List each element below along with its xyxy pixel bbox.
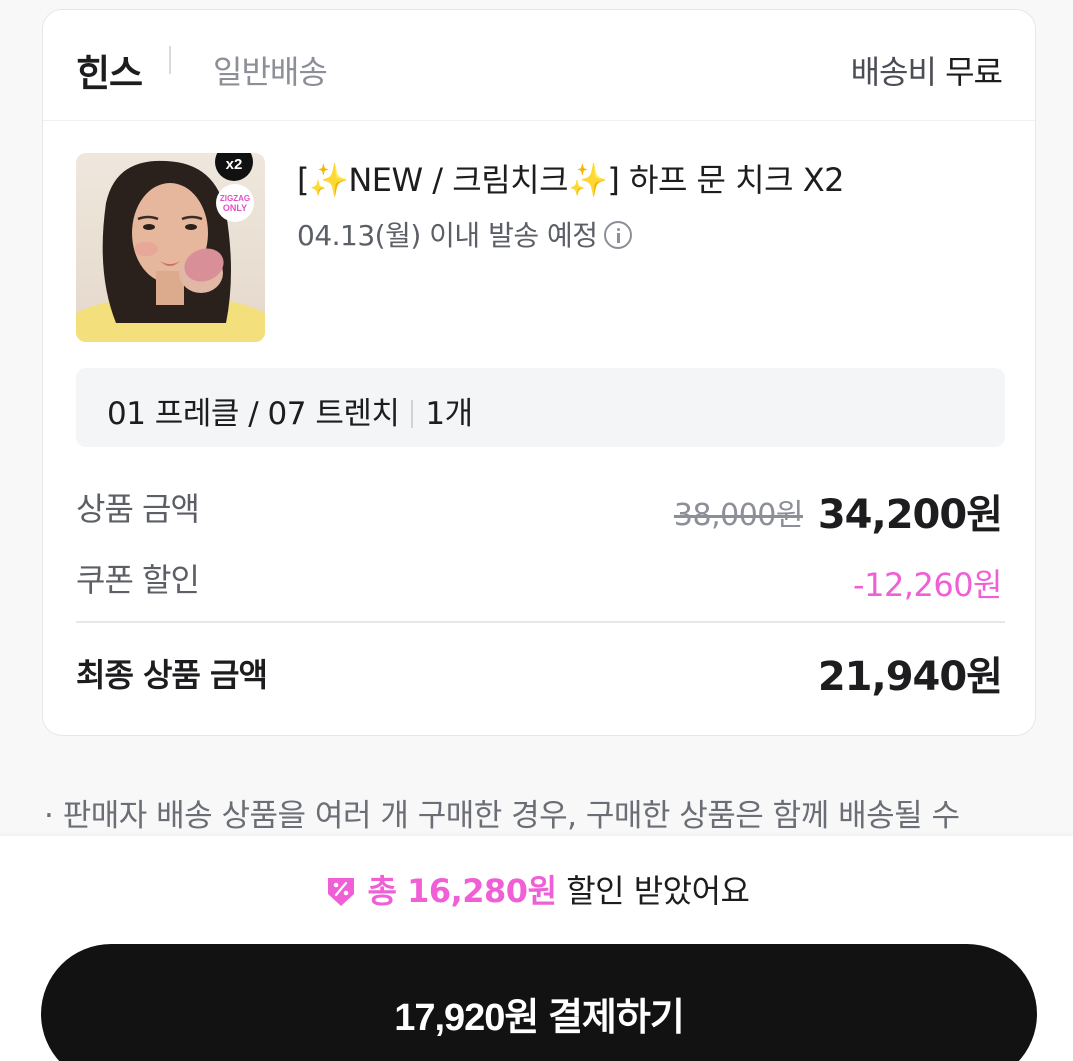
- pay-button[interactable]: 17,920원 결제하기: [41, 944, 1037, 1061]
- checkout-bar: 총 16,280원 할인 받았어요 17,920원 결제하기: [0, 836, 1073, 1061]
- thumbnail-sticker-line1: ZIGZAG: [220, 194, 250, 203]
- discount-summary: 총 16,280원 할인 받았어요: [0, 866, 1073, 912]
- coupon-discount: -12,260원: [853, 566, 1002, 604]
- option-quantity: 1개: [425, 396, 473, 432]
- checkout-page: 힌스 일반배송 배송비 무료 x2 ZIGZAG ONLY [✨NEW / 크림…: [0, 0, 1073, 1061]
- pay-button-label: 17,920원 결제하기: [394, 997, 685, 1039]
- shipping-fee-label: 배송비: [850, 53, 937, 91]
- option-box: 01 프레클 / 07 트렌치 1개: [76, 368, 1005, 447]
- discount-suffix: 할인 받았어요: [556, 872, 750, 910]
- option-name: 01 프레클 / 07 트렌치: [107, 396, 400, 432]
- header-divider: [169, 46, 171, 74]
- final-price: 21,940원: [817, 654, 1003, 700]
- order-card: 힌스 일반배송 배송비 무료 x2 ZIGZAG ONLY [✨NEW / 크림…: [42, 9, 1036, 736]
- info-icon[interactable]: [603, 221, 632, 249]
- discount-tag-icon: [327, 878, 354, 906]
- product-amount-label: 상품 금액: [76, 490, 200, 528]
- option-divider: [411, 400, 414, 428]
- product-title[interactable]: [✨NEW / 크림치크✨] 하프 문 치크 X2: [297, 155, 845, 201]
- option-summary: 01 프레클 / 07 트렌치 1개: [107, 388, 473, 433]
- thumbnail-badge: x2: [226, 156, 243, 173]
- ship-date: 04.13(월) 이내 발송 예정: [297, 214, 632, 254]
- coupon-label: 쿠폰 할인: [76, 561, 200, 599]
- shipping-notice: · 판매자 배송 상품을 여러 개 구매한 경우, 구매한 상품은 함께 배송될…: [44, 798, 960, 834]
- seller-header: 힌스 일반배송 배송비 무료: [43, 10, 1035, 121]
- shipping-fee-value: 무료: [945, 53, 1003, 91]
- total-discount: 총 16,280원: [367, 872, 558, 910]
- price-divider: [76, 621, 1005, 623]
- final-price-label: 최종 상품 금액: [76, 656, 268, 694]
- original-price: 38,000원: [673, 498, 804, 533]
- product-thumbnail[interactable]: x2 ZIGZAG ONLY: [76, 153, 265, 342]
- product-image: x2 ZIGZAG ONLY: [76, 153, 265, 342]
- ship-date-text: 04.13(월) 이내 발송 예정: [297, 219, 598, 252]
- thumbnail-sticker-line2: ONLY: [223, 203, 247, 213]
- seller-name[interactable]: 힌스: [76, 43, 143, 97]
- shipping-type: 일반배송: [213, 53, 328, 91]
- shipping-fee: 배송비 무료: [850, 47, 1003, 93]
- sale-price: 34,200원: [817, 492, 1003, 538]
